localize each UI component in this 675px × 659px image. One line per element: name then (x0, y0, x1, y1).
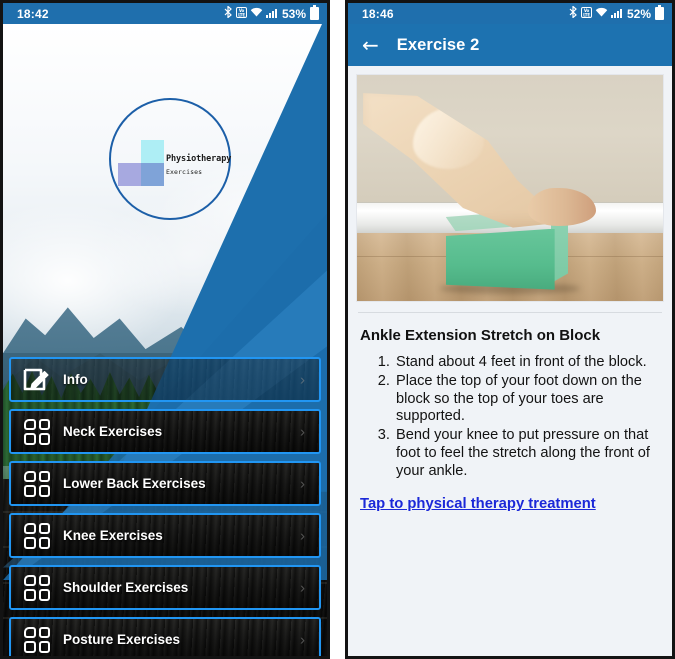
volte-icon: Vo LTE (235, 7, 247, 20)
bluetooth-icon (223, 5, 233, 21)
menu-item-info[interactable]: Info › (9, 357, 321, 402)
chevron-right-icon: › (300, 631, 305, 648)
right-status-bar: 18:46 Vo LTE 52% (348, 3, 672, 24)
exercise-photo (356, 74, 664, 302)
screenshot-canvas: 18:42 Vo LTE 53% Physiotherapy Exercises… (0, 0, 675, 659)
logo-title: Physiotherapy (166, 154, 232, 164)
wifi-icon (250, 7, 263, 21)
status-clock: 18:42 (17, 6, 49, 21)
grid-icon (11, 522, 63, 549)
chevron-right-icon: › (300, 579, 305, 596)
grid-icon (11, 470, 63, 497)
grid-icon (11, 574, 63, 601)
exercise-steps-list: Stand about 4 feet in front of the block… (356, 354, 664, 481)
back-arrow-icon[interactable]: ← (362, 35, 379, 55)
page-title: Exercise 2 (396, 35, 480, 54)
status-clock: 18:46 (362, 6, 394, 21)
menu-item-knee-exercises[interactable]: Knee Exercises › (9, 513, 321, 558)
menu-item-label: Lower Back Exercises (63, 476, 206, 491)
bluetooth-icon (568, 5, 578, 21)
logo-wordmark: Physiotherapy Exercises (166, 154, 232, 176)
wifi-icon (595, 7, 608, 21)
svg-text:LTE: LTE (238, 12, 245, 17)
exercise-title: Ankle Extension Stretch on Block (360, 327, 601, 344)
logo-square-cyan (141, 140, 164, 163)
logo-subtitle: Exercises (166, 168, 203, 176)
menu-item-shoulder-exercises[interactable]: Shoulder Exercises › (9, 565, 321, 610)
chevron-right-icon: › (300, 475, 305, 492)
menu-item-posture-exercises[interactable]: Posture Exercises › (9, 617, 321, 656)
app-logo: Physiotherapy Exercises (109, 98, 231, 220)
menu-item-neck-exercises[interactable]: Neck Exercises › (9, 409, 321, 454)
menu-item-label: Shoulder Exercises (63, 580, 189, 595)
left-status-bar: 18:42 Vo LTE 53% (3, 3, 327, 24)
list-item: Bend your knee to put pressure on that f… (394, 427, 664, 480)
splash-menu-body: Physiotherapy Exercises Info › Neck Exer… (3, 24, 327, 656)
chevron-right-icon: › (300, 527, 305, 544)
app-bar: ← Exercise 2 (348, 24, 672, 66)
menu-item-label: Posture Exercises (63, 632, 181, 647)
signal-bars-icon (265, 9, 277, 18)
phone-right: 18:46 Vo LTE 52% ← Exercise 2 Ankle Exte… (345, 0, 675, 659)
battery-icon (310, 5, 319, 20)
menu-item-label: Info (63, 372, 88, 387)
main-menu-list: Info › Neck Exercises › Lower Back Exerc… (3, 357, 327, 656)
signal-bars-icon (610, 9, 622, 18)
logo-square-purple (118, 163, 141, 186)
battery-percent-label: 53% (281, 6, 306, 21)
status-icon-group: Vo LTE 52% (568, 5, 664, 21)
exercise-content: Ankle Extension Stretch on Block Stand a… (348, 66, 672, 513)
list-item: Stand about 4 feet in front of the block… (394, 354, 664, 372)
menu-item-label: Knee Exercises (63, 528, 163, 543)
menu-item-lower-back-exercises[interactable]: Lower Back Exercises › (9, 461, 321, 506)
edit-note-icon (11, 366, 63, 393)
list-item: Place the top of your foot down on the b… (394, 373, 664, 426)
left-screen: 18:42 Vo LTE 53% Physiotherapy Exercises… (3, 3, 327, 656)
block-front-face (445, 228, 555, 290)
status-icon-group: Vo LTE 53% (223, 5, 319, 21)
logo-square-blue (141, 163, 164, 186)
phone-left: 18:42 Vo LTE 53% Physiotherapy Exercises… (0, 0, 330, 659)
menu-item-label: Neck Exercises (63, 424, 163, 439)
physical-therapy-treatment-link[interactable]: Tap to physical therapy treatment (360, 496, 596, 512)
right-screen: 18:46 Vo LTE 52% ← Exercise 2 Ankle Exte… (348, 3, 672, 656)
exercise-detail-body: ← Exercise 2 Ankle Extension Stretch on … (348, 24, 672, 656)
grid-icon (11, 626, 63, 653)
svg-text:LTE: LTE (583, 12, 590, 17)
chevron-right-icon: › (300, 371, 305, 388)
volte-icon: Vo LTE (580, 7, 592, 20)
battery-icon (655, 5, 664, 20)
battery-percent-label: 52% (626, 6, 651, 21)
chevron-right-icon: › (300, 423, 305, 440)
content-divider (358, 312, 662, 313)
grid-icon (11, 418, 63, 445)
